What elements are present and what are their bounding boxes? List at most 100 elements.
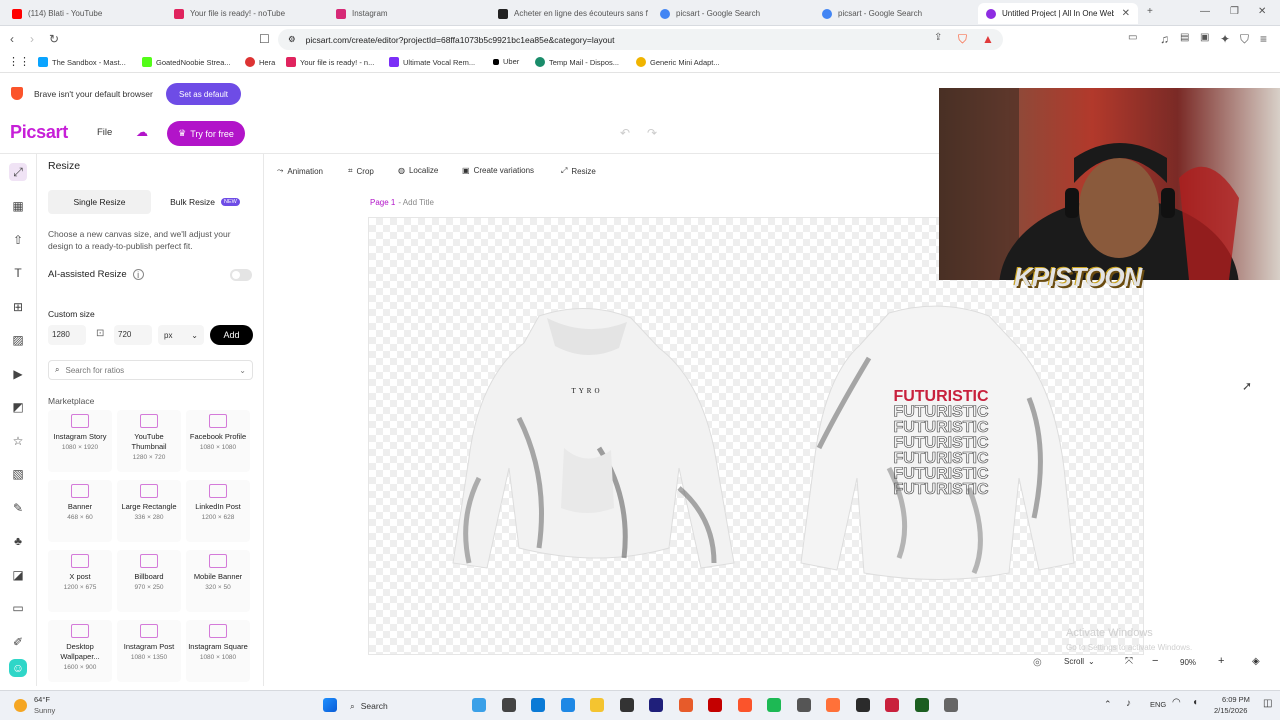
preset-tile[interactable]: Instagram Square 1080 × 1080 — [186, 620, 250, 682]
preset-tile[interactable]: LinkedIn Post 1200 × 628 — [186, 480, 250, 542]
app-icon[interactable] — [796, 698, 811, 712]
preset-tile[interactable]: Mobile Banner 320 × 50 — [186, 550, 250, 612]
site-settings-icon[interactable]: ⚙ — [288, 34, 296, 45]
brave-rewards-icon[interactable]: ▲ — [982, 32, 994, 46]
layout-icon[interactable]: ⊞ — [9, 298, 27, 316]
language[interactable]: ENG — [1150, 700, 1166, 709]
video-icon[interactable]: ▶ — [9, 365, 27, 383]
start-icon[interactable] — [323, 698, 337, 712]
preset-tile[interactable]: Instagram Story 1080 × 1920 — [48, 410, 112, 472]
picsart-logo[interactable]: Picsart — [10, 122, 68, 143]
layers-icon[interactable]: ◈ — [1252, 656, 1260, 667]
close-window-icon[interactable]: ✕ — [1258, 6, 1266, 17]
reload-icon[interactable]: ↻ — [49, 32, 59, 46]
tray-overflow-icon[interactable]: ⌃ — [1104, 699, 1112, 710]
preset-tile[interactable]: Billboard 970 × 250 — [117, 550, 181, 612]
bulk-resize-tab[interactable]: Bulk Resize NEW — [156, 190, 254, 214]
taskbar-search[interactable]: ⌕ Search — [350, 696, 490, 716]
bookmark-item[interactable]: Generic Mini Adapt... — [636, 57, 720, 67]
browser-tab[interactable]: picsart - Google Search — [652, 3, 814, 24]
preset-tile[interactable]: YouTube Thumbnail 1280 × 720 — [117, 410, 181, 472]
hide-icon[interactable]: ◎ — [1033, 657, 1042, 668]
background-icon[interactable]: ▧ — [9, 465, 27, 483]
browser-tab[interactable]: Your file is ready! - noTube — [166, 3, 328, 24]
preset-tile[interactable]: Banner 468 × 60 — [48, 480, 112, 542]
preset-tile[interactable]: Large Rectangle 336 × 280 — [117, 480, 181, 542]
bookmark-item[interactable]: Temp Mail - Dispos... — [535, 57, 619, 67]
page-label[interactable]: Page 1- Add Title — [370, 198, 434, 207]
resize-button[interactable]: ⤢ Resize — [561, 166, 596, 176]
leo-icon[interactable]: ✦ — [1220, 32, 1230, 46]
fit-screen-icon[interactable]: ⤧ — [1125, 656, 1133, 667]
bookmark-item[interactable]: GoatedNoobie Strea... — [142, 57, 231, 67]
file-menu[interactable]: File — [97, 127, 112, 138]
new-tab-icon[interactable]: + — [1147, 6, 1153, 17]
sidebar-icon[interactable]: ▭ — [1128, 32, 1137, 43]
scroll-mode-select[interactable]: Scroll ⌄ — [1064, 657, 1095, 666]
crop-button[interactable]: ⌗ Crop — [348, 166, 374, 176]
localize-button[interactable]: ◍ Localize — [398, 166, 438, 175]
temperature[interactable]: 64°F — [34, 695, 50, 704]
share-icon[interactable]: ⇪ — [934, 32, 942, 43]
firefox-icon[interactable] — [826, 698, 840, 712]
browser-tab[interactable]: picsart - Google Search — [814, 3, 976, 24]
minimize-icon[interactable]: — — [1200, 6, 1210, 17]
clock-time[interactable]: 6:09 PM — [1222, 695, 1250, 704]
zoom-level[interactable]: 90% — [1180, 658, 1196, 667]
bookmark-item[interactable]: Your file is ready! - n... — [286, 57, 374, 67]
browser-tab[interactable]: (114) Blati - YouTube — [4, 3, 166, 24]
templates-icon[interactable]: ▦ — [9, 197, 27, 215]
obs-icon[interactable] — [855, 698, 870, 712]
volume-icon[interactable]: ◖ — [1192, 697, 1198, 708]
bookmark-item[interactable]: Hera — [245, 57, 275, 67]
widgets-icon[interactable] — [472, 698, 486, 712]
create-variations-button[interactable]: ▣ Create variations — [462, 166, 534, 175]
preset-tile[interactable]: Instagram Post 1080 × 1350 — [117, 620, 181, 682]
mic-icon[interactable]: ♪ — [1126, 698, 1131, 709]
bookmark-icon[interactable]: ☐ — [259, 32, 270, 46]
copilot-icon[interactable] — [678, 698, 693, 712]
browser-tab-active[interactable]: Untitled Project | All In One Web ✕ — [978, 3, 1138, 24]
draw-icon[interactable]: ✎ — [9, 499, 27, 517]
width-input[interactable]: 1280 — [48, 325, 86, 345]
edge-icon[interactable] — [560, 698, 575, 712]
preset-tile[interactable]: Desktop Wallpaper... 1600 × 900 — [48, 620, 112, 682]
preset-tile[interactable]: X post 1200 × 675 — [48, 550, 112, 612]
set-default-button[interactable]: Set as default — [166, 83, 241, 105]
bookmark-item[interactable]: The Sandbox - Mast... — [38, 57, 126, 67]
cloud-icon[interactable]: ☁ — [136, 125, 148, 139]
zoom-out-icon[interactable]: − — [1152, 655, 1158, 667]
app-icon[interactable] — [914, 698, 929, 712]
edit-icon[interactable]: ✐ — [9, 633, 27, 651]
brave-shield-icon[interactable]: ⛉ — [958, 32, 967, 47]
upload-icon[interactable]: ⇧ — [9, 231, 27, 249]
browser-tab[interactable]: Acheter en ligne des écouteurs sans f — [490, 3, 652, 24]
zoom-in-icon[interactable]: + — [1218, 655, 1224, 667]
capcut-icon[interactable] — [619, 698, 634, 712]
info-icon[interactable]: i — [132, 269, 144, 280]
url-field[interactable]: ⚙ picsart.com/create/editor?projectId=68… — [278, 29, 1003, 50]
brave-icon[interactable] — [737, 698, 752, 712]
folder-icon[interactable]: ▭ — [9, 599, 27, 617]
close-tab-icon[interactable]: ✕ — [1122, 8, 1130, 19]
bookmark-item[interactable]: Ultimate Vocal Rem... — [389, 57, 475, 67]
resize-tool-icon[interactable]: ⤢ — [9, 163, 27, 181]
add-button[interactable]: Add — [210, 325, 253, 345]
try-for-free-button[interactable]: ♛ Try for free — [167, 121, 245, 146]
ai-assistant-icon[interactable]: ☺ — [9, 659, 27, 677]
animation-button[interactable]: ⤳ Animation — [277, 166, 323, 176]
spotify-icon[interactable] — [767, 698, 781, 712]
weather-text[interactable]: Sunny — [34, 706, 55, 715]
lock-icon[interactable]: ⊡ — [96, 328, 104, 339]
browser-tab[interactable]: Instagram — [328, 3, 490, 24]
back-icon[interactable]: ‹ — [10, 32, 14, 46]
wallet-icon[interactable]: ▣ — [1200, 32, 1209, 43]
unit-select[interactable]: px ⌄ — [158, 325, 204, 345]
preset-tile[interactable]: Facebook Profile 1080 × 1080 — [186, 410, 250, 472]
explorer-icon[interactable] — [590, 698, 604, 712]
reader-icon[interactable]: ▤ — [1180, 32, 1189, 43]
stickers-icon[interactable]: ◩ — [9, 398, 27, 416]
snipping-icon[interactable] — [944, 698, 958, 712]
brand-kit-icon[interactable]: ♣ — [9, 532, 27, 550]
task-view-icon[interactable] — [501, 698, 516, 712]
